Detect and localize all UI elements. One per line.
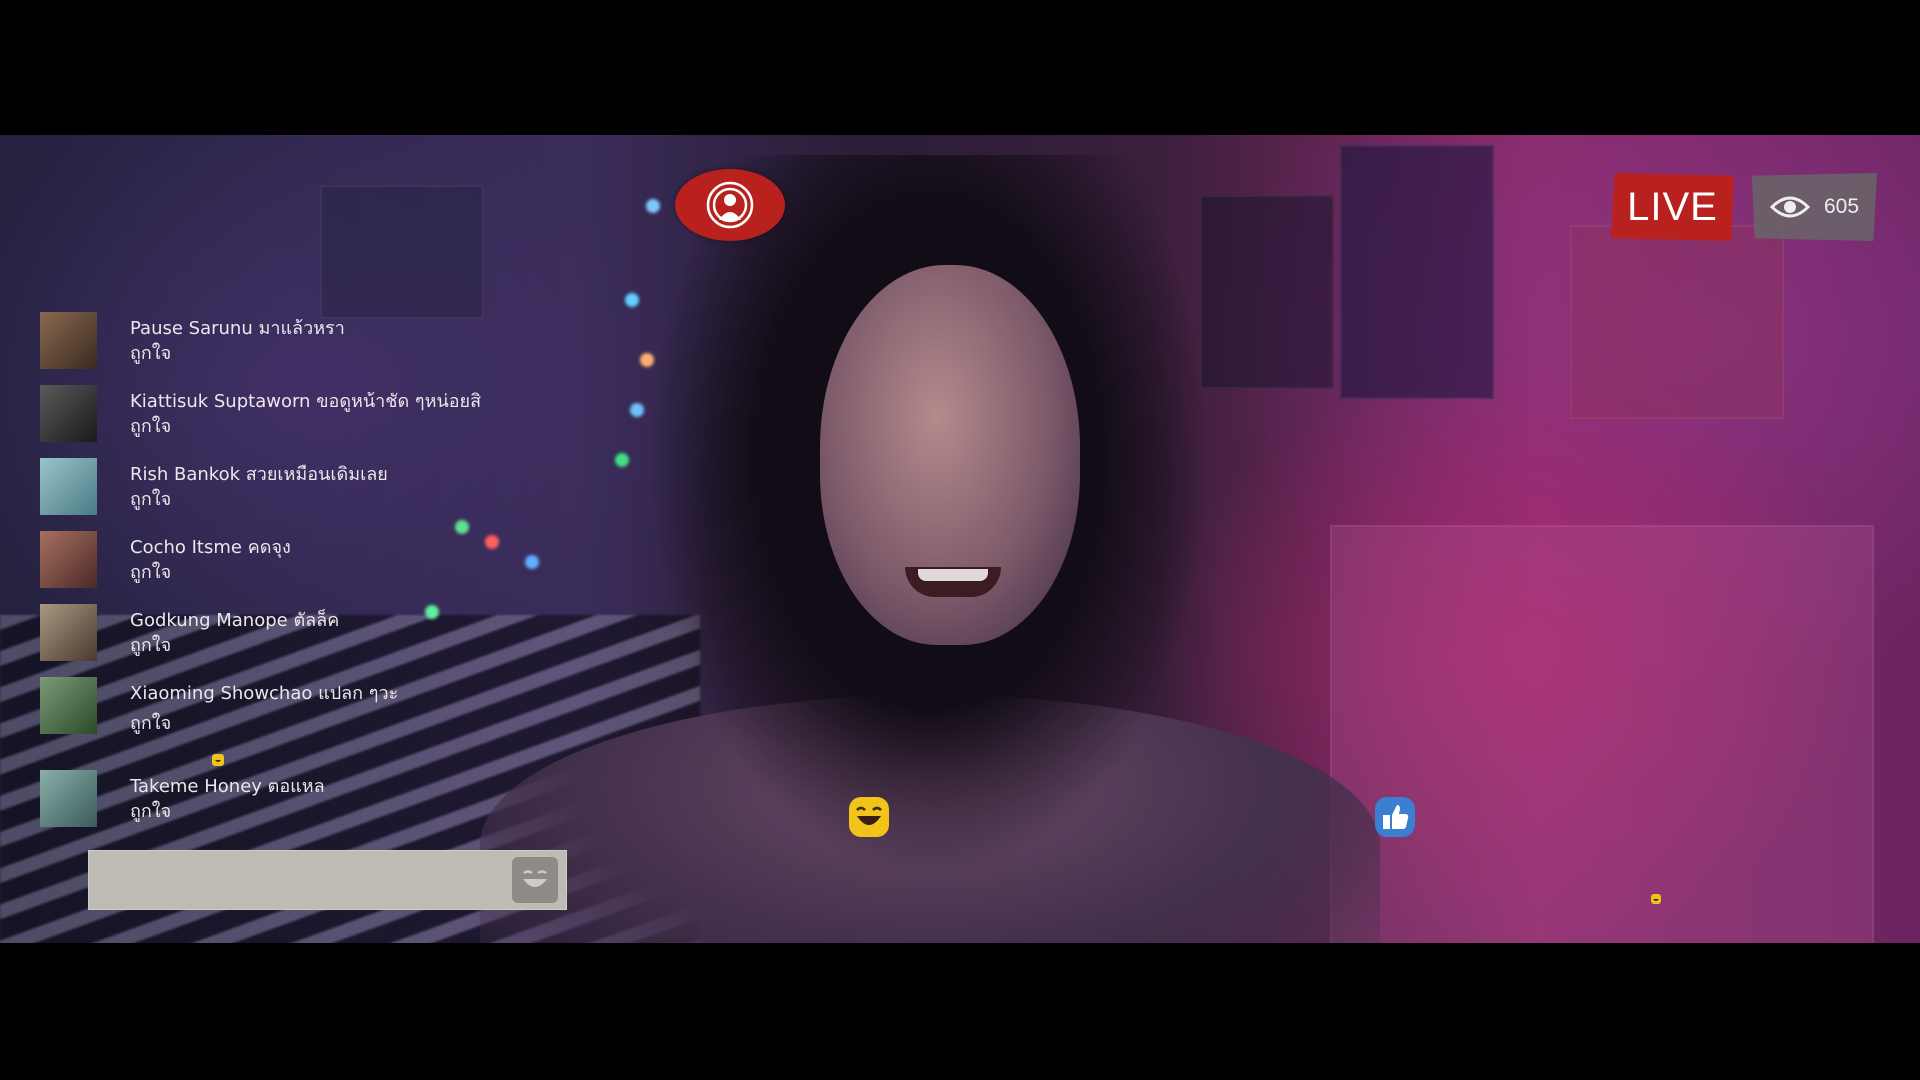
wall-poster	[1200, 195, 1334, 389]
comment-author[interactable]: Cocho Itsme	[130, 537, 242, 558]
comment-author[interactable]: Xiaoming Showchao	[130, 683, 312, 704]
comment-item: Cocho Itsme คดจุง ถูกใจ	[40, 529, 560, 593]
wall-poster	[1340, 145, 1494, 399]
comment-author[interactable]: Takeme Honey	[130, 776, 262, 797]
comment-line: Xiaoming Showchao แปลก ๆวะ	[130, 681, 398, 707]
comment-message: ขอดูหน้าชัด ๆหน่อยสิ	[316, 391, 482, 412]
comment-line: Pause Sarunu มาแล้วหรา	[130, 316, 345, 342]
comment-input[interactable]	[88, 850, 567, 910]
comment-reaction: ถูกใจ	[130, 489, 172, 510]
comment-author[interactable]: Pause Sarunu	[130, 318, 253, 339]
comment-item: Rish Bankok สวยเหมือนเดิมเลย ถูกใจ	[40, 456, 560, 520]
broadcast-icon	[706, 181, 754, 229]
broadcast-badge[interactable]	[675, 169, 785, 241]
comment-author[interactable]: Godkung Manope	[130, 610, 288, 631]
comment-line: Rish Bankok สวยเหมือนเดิมเลย	[130, 462, 388, 488]
comment-reaction: ถูกใจ	[130, 562, 172, 583]
laugh-emoji-icon	[848, 796, 890, 842]
comment-item: Takeme Honey ตอแหล ถูกใจ	[40, 768, 560, 832]
fairy-light	[630, 403, 644, 417]
comment-reaction: ถูกใจ	[130, 713, 172, 734]
comment-line: Godkung Manope ตัลล็ค	[130, 608, 339, 634]
fairy-light	[615, 453, 629, 467]
emoji-icon	[523, 870, 547, 887]
emoji-button[interactable]	[512, 857, 558, 903]
wall-poster	[320, 185, 484, 319]
live-label: LIVE	[1627, 184, 1718, 229]
comment-author[interactable]: Kiattisuk Suptaworn	[130, 391, 310, 412]
avatar[interactable]	[40, 770, 97, 827]
viewer-count: 605	[1823, 195, 1860, 218]
letterbox-bottom	[0, 943, 1920, 1080]
fairy-light	[625, 293, 639, 307]
laugh-emoji-icon	[1651, 889, 1661, 908]
avatar[interactable]	[40, 531, 97, 588]
avatar[interactable]	[40, 385, 97, 442]
comment-item: Godkung Manope ตัลล็ค ถูกใจ	[40, 602, 560, 666]
thumbs-up-icon	[1374, 796, 1416, 842]
avatar[interactable]	[40, 312, 97, 369]
viewer-count-badge: 605	[1752, 173, 1877, 241]
laugh-emoji-icon	[211, 752, 225, 771]
wall-poster	[1570, 225, 1784, 419]
comment-reaction: ถูกใจ	[130, 801, 172, 822]
comment-message: สวยเหมือนเดิมเลย	[245, 464, 388, 485]
streamer-teeth	[918, 569, 988, 581]
comment-author[interactable]: Rish Bankok	[130, 464, 240, 485]
comment-reaction: ถูกใจ	[130, 635, 172, 656]
comment-item: Pause Sarunu มาแล้วหรา ถูกใจ	[40, 310, 560, 374]
wall-poster	[1330, 525, 1874, 943]
comment-reaction: ถูกใจ	[130, 343, 172, 364]
comment-item: Xiaoming Showchao แปลก ๆวะ ถูกใจ	[40, 675, 560, 739]
letterbox-top	[0, 0, 1920, 135]
comment-reaction: ถูกใจ	[130, 416, 172, 437]
comment-item: Kiattisuk Suptaworn ขอดูหน้าชัด ๆหน่อยสิ…	[40, 383, 560, 447]
avatar[interactable]	[40, 458, 97, 515]
comment-message: คดจุง	[247, 537, 291, 558]
live-badge: LIVE	[1611, 173, 1734, 241]
avatar[interactable]	[40, 677, 97, 734]
comment-message: ตัลล็ค	[293, 610, 340, 631]
avatar[interactable]	[40, 604, 97, 661]
comment-message: ตอแหล	[267, 776, 325, 797]
eye-icon	[1769, 196, 1810, 218]
comment-line: Kiattisuk Suptaworn ขอดูหน้าชัด ๆหน่อยสิ	[130, 389, 481, 415]
comment-message: มาแล้วหรา	[258, 318, 345, 339]
comment-message: แปลก ๆวะ	[318, 683, 399, 704]
comment-line: Cocho Itsme คดจุง	[130, 535, 291, 561]
comment-line: Takeme Honey ตอแหล	[130, 774, 325, 800]
